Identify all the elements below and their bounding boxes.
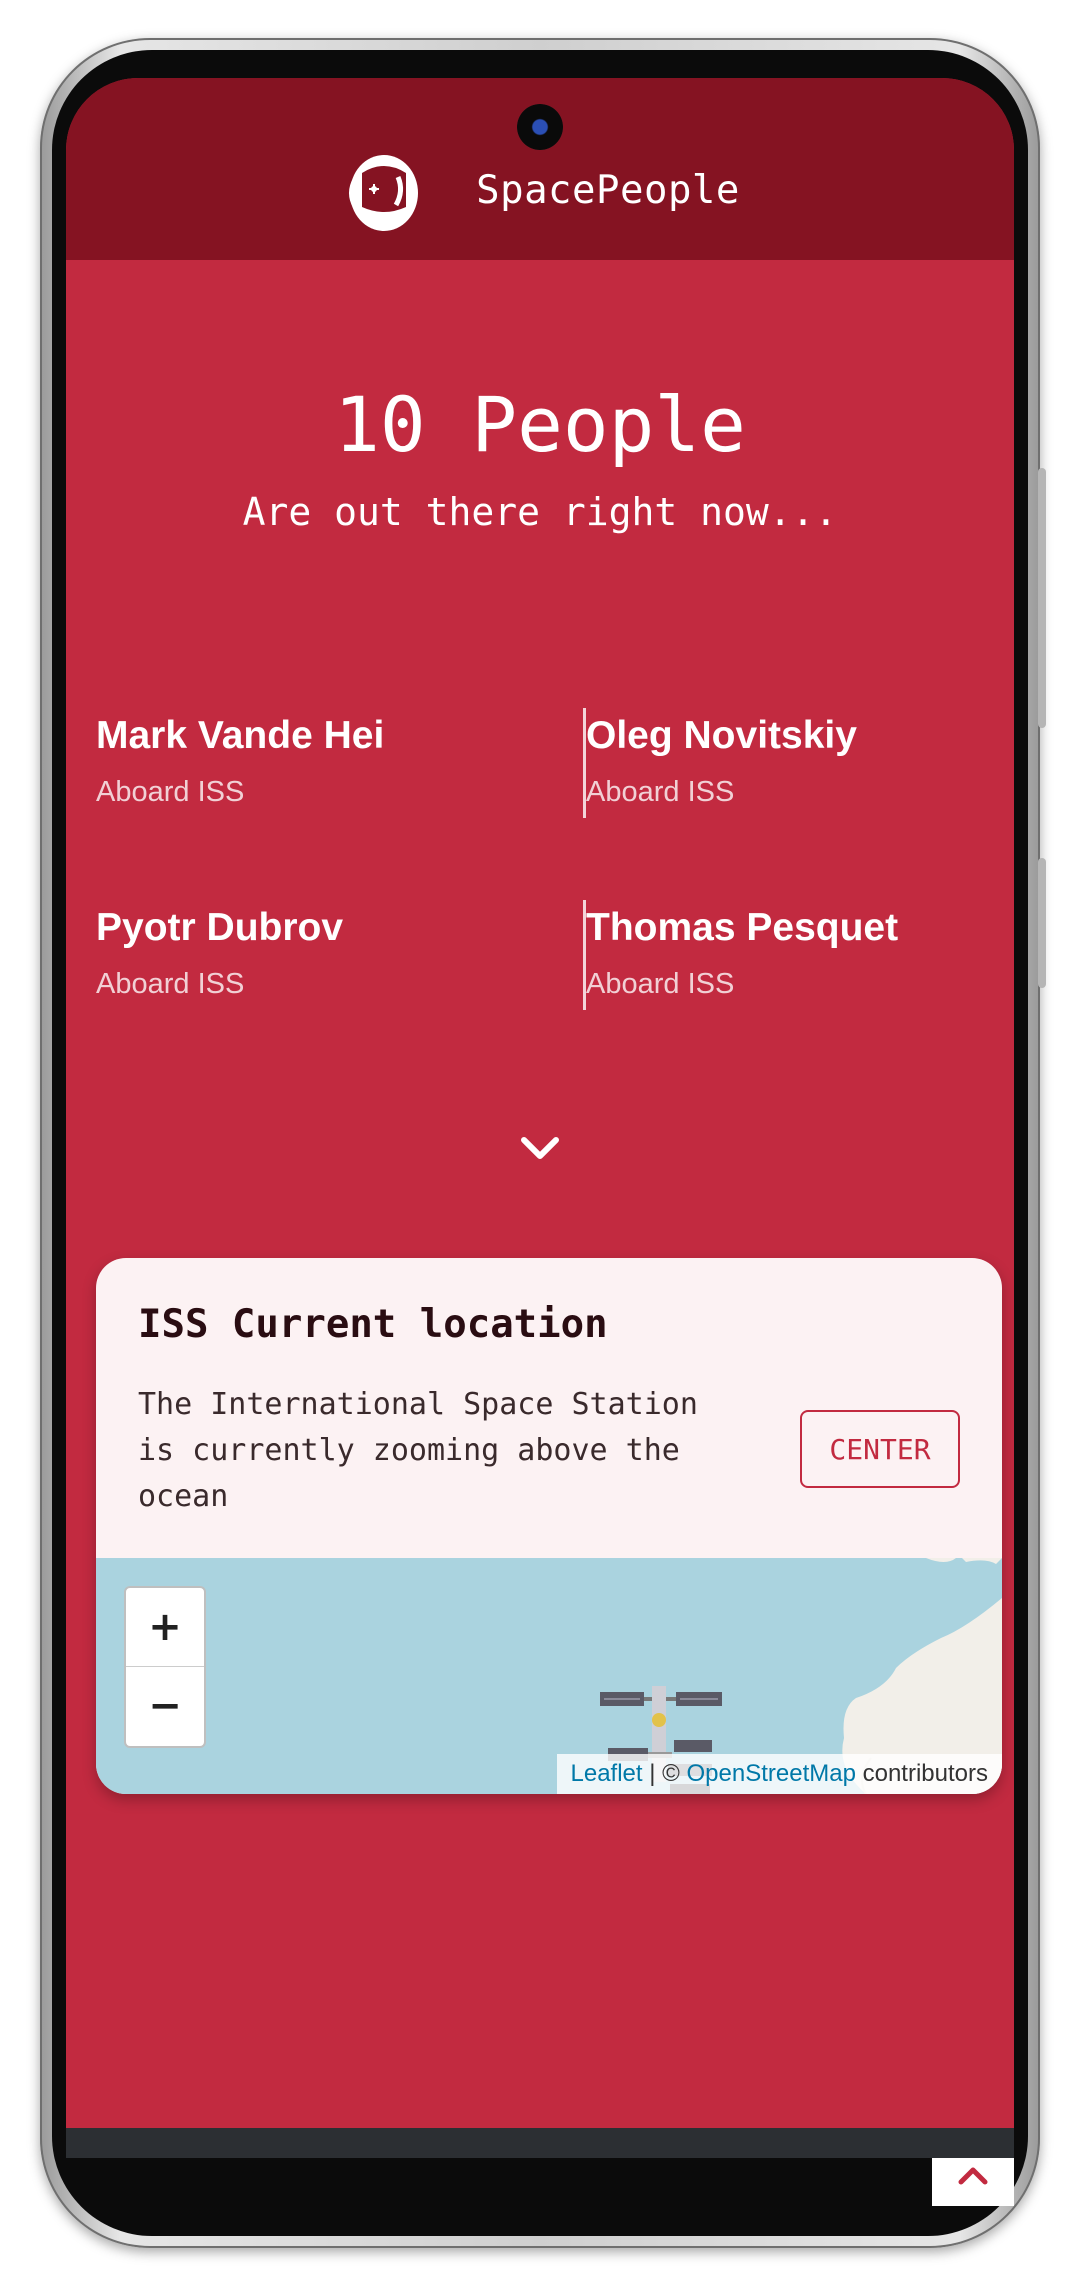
person-name: Thomas Pesquet (586, 906, 899, 949)
openstreetmap-link[interactable]: OpenStreetMap (687, 1760, 856, 1788)
person-location: Aboard ISS (586, 776, 735, 808)
phone-bezel: SpacePeople 10 People Are out there righ… (52, 50, 1028, 2236)
center-button[interactable]: CENTER (800, 1410, 960, 1488)
person-name: Pyotr Dubrov (96, 906, 344, 949)
front-camera (517, 104, 563, 150)
zoom-in-button[interactable]: + (126, 1588, 204, 1666)
volume-button (1038, 468, 1046, 728)
chevron-down-icon[interactable] (510, 1128, 570, 1168)
person-name: Oleg Novitskiy (586, 714, 857, 757)
leaflet-link[interactable]: Leaflet (571, 1760, 643, 1788)
person-card[interactable]: Mark Vande Hei Aboard ISS (96, 708, 586, 818)
navigation-bar (66, 2128, 1014, 2158)
iss-map[interactable]: + − Leaflet | © OpenStreetMap contributo… (96, 1558, 1002, 1794)
attribution-separator: | © (642, 1760, 687, 1787)
person-name: Mark Vande Hei (96, 714, 385, 757)
person-card[interactable]: Pyotr Dubrov Aboard ISS (96, 900, 586, 1010)
astronaut-helmet-icon (349, 155, 419, 231)
brand[interactable]: SpacePeople (66, 150, 1014, 231)
screen: SpacePeople 10 People Are out there righ… (66, 78, 1014, 2158)
card-description: The International Space Station is curre… (138, 1387, 698, 1514)
person-card[interactable]: Oleg Novitskiy Aboard ISS (586, 708, 1014, 818)
person-location: Aboard ISS (586, 968, 735, 1000)
app-header: SpacePeople (66, 78, 1014, 260)
phone-frame: SpacePeople 10 People Are out there righ… (40, 38, 1046, 2248)
zoom-control: + − (124, 1586, 206, 1748)
person-location: Aboard ISS (96, 968, 245, 1000)
power-button (1038, 858, 1046, 988)
person-card[interactable]: Thomas Pesquet Aboard ISS (586, 900, 1014, 1010)
people-grid: Mark Vande Hei Aboard ISS Oleg Novitskiy… (96, 708, 1014, 1010)
person-location: Aboard ISS (96, 776, 245, 808)
people-count-subtitle: Are out there right now... (242, 490, 838, 534)
people-count-title: 10 People (334, 380, 746, 469)
zoom-out-button[interactable]: − (126, 1666, 204, 1745)
brand-name: SpacePeople (476, 167, 740, 213)
attribution-contributors: contributors (855, 1760, 988, 1787)
map-attribution: Leaflet | © OpenStreetMap contributors (556, 1754, 1002, 1794)
chevron-up-icon (958, 2167, 988, 2185)
iss-location-card: ISS Current location The International S… (96, 1258, 1002, 1794)
card-title: ISS Current location (138, 1302, 608, 1347)
